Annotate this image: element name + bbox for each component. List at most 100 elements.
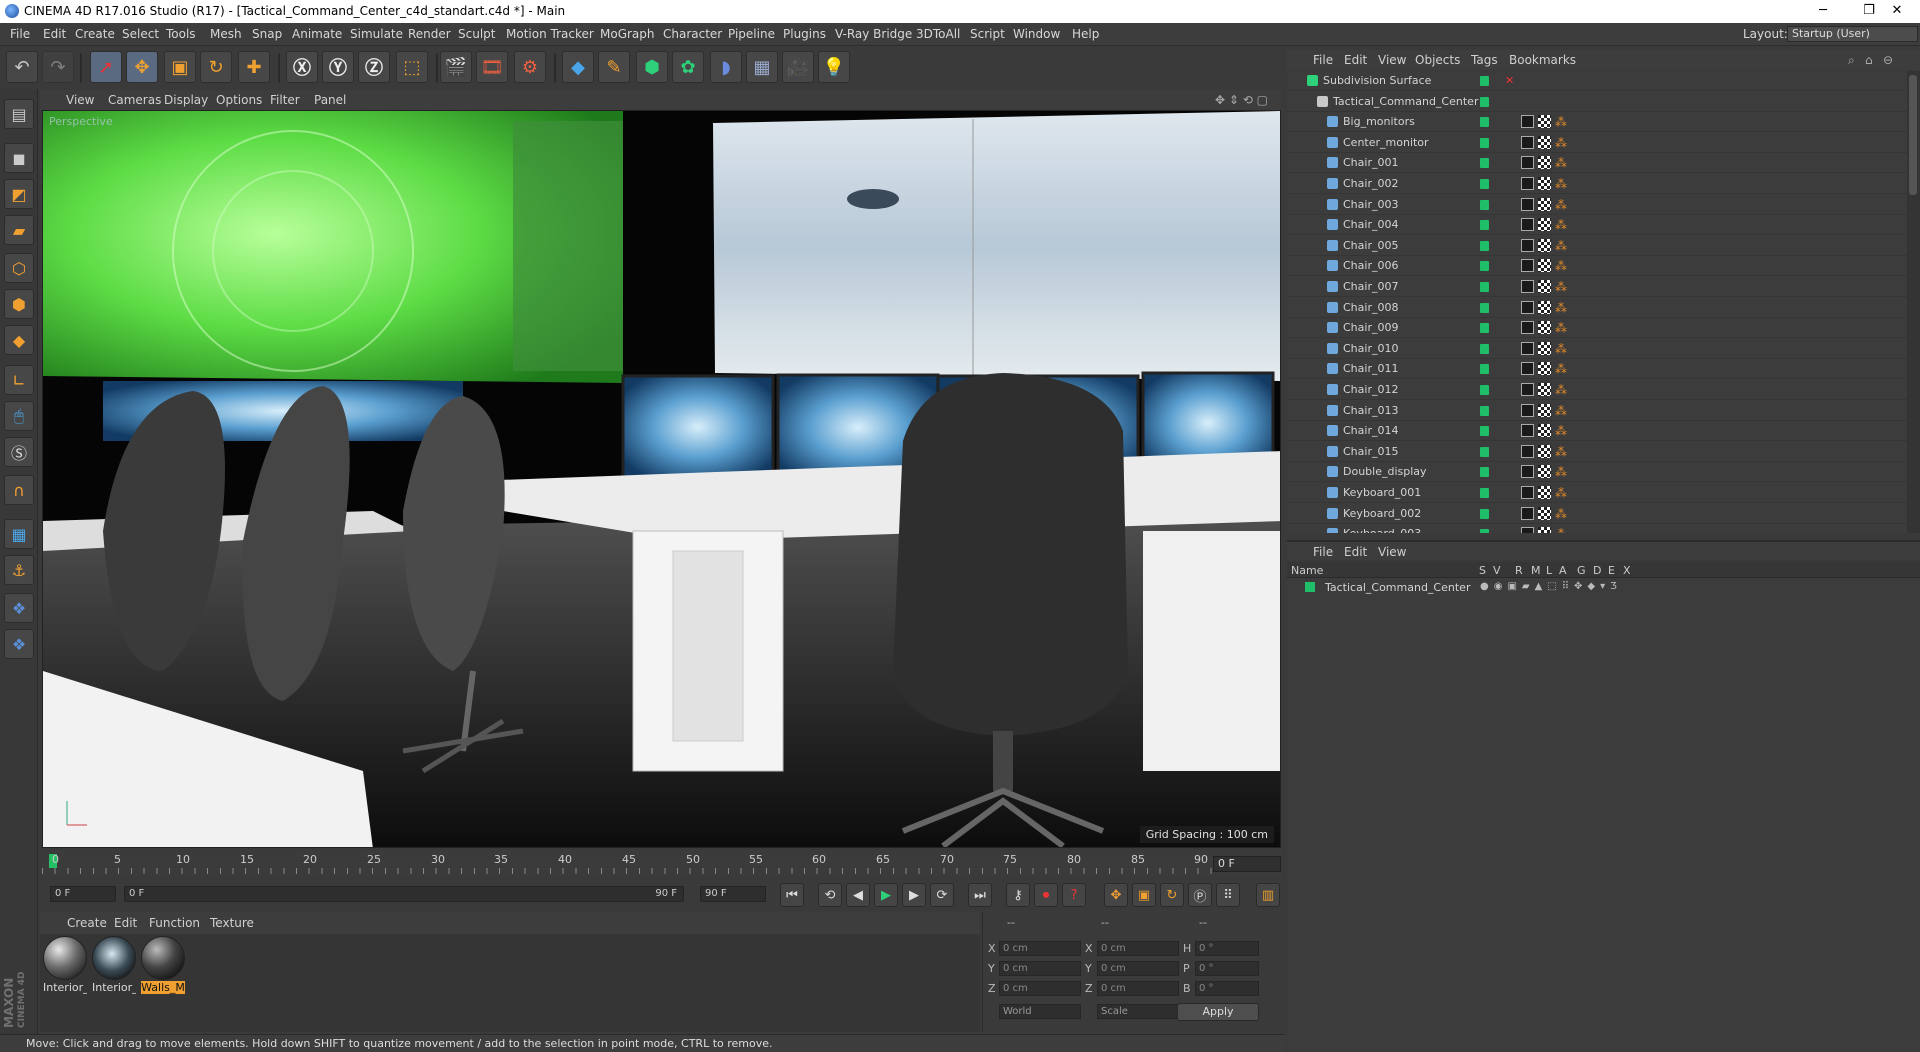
material-menu-edit[interactable]: Edit — [114, 916, 137, 930]
model-mode-icon[interactable]: ◼ — [4, 143, 34, 173]
texture-tag-icon[interactable] — [1521, 156, 1534, 170]
selection-tag-icon[interactable]: ⁂ — [1555, 362, 1568, 376]
timeline-ruler[interactable]: 0 5 10 15 20 25 30 35 40 45 50 55 60 65 … — [42, 850, 1281, 876]
prev-frame-icon[interactable]: ◀ — [846, 883, 870, 907]
python-script-2-icon[interactable]: ❖ — [4, 629, 34, 659]
menu-select[interactable]: Select — [122, 27, 159, 41]
visibility-dot[interactable] — [1480, 467, 1489, 478]
texture-tag-icon[interactable] — [1521, 135, 1534, 149]
texture-tag-icon[interactable] — [1521, 424, 1534, 438]
workplane-icon[interactable]: ▦ — [4, 519, 34, 549]
menu-window[interactable]: Window — [1013, 27, 1060, 41]
disable-generator-icon[interactable]: ✕ — [1505, 74, 1518, 87]
texture-tag-icon[interactable] — [1521, 506, 1534, 520]
texture-tag-icon[interactable] — [1521, 341, 1534, 355]
visibility-dot[interactable] — [1480, 446, 1489, 457]
start-frame-field[interactable]: 0 F — [50, 886, 116, 902]
object-row[interactable]: Chair_011 ⁂ — [1287, 359, 1907, 380]
object-row[interactable]: Chair_001 ⁂ — [1287, 153, 1907, 174]
viewport-menu-display[interactable]: Display — [164, 93, 208, 107]
material-tag-icon[interactable] — [1538, 238, 1551, 252]
lm-menu-edit[interactable]: Edit — [1344, 545, 1367, 559]
make-editable-icon[interactable]: ▤ — [4, 99, 34, 129]
lm-menu-file[interactable]: File — [1313, 545, 1333, 559]
visibility-dot[interactable] — [1480, 508, 1489, 519]
menu-mograph[interactable]: MoGraph — [600, 27, 655, 41]
selection-tag-icon[interactable]: ⁂ — [1555, 239, 1568, 253]
selection-tag-icon[interactable]: ⁂ — [1555, 115, 1568, 129]
material-tag-icon[interactable] — [1538, 506, 1551, 520]
om-nav-icon[interactable]: ⊖ — [1883, 53, 1893, 67]
viewport-nav-icons[interactable]: ✥ ⇕ ⟲ ▢ — [1215, 93, 1268, 107]
menu-create[interactable]: Create — [75, 27, 115, 41]
menu-vray-bridge[interactable]: V-Ray Bridge — [835, 27, 912, 41]
texture-tag-icon[interactable] — [1521, 486, 1534, 499]
visibility-dot[interactable] — [1480, 137, 1489, 148]
object-row[interactable]: Chair_005 ⁂ — [1287, 236, 1907, 256]
visibility-dot[interactable] — [1480, 240, 1489, 251]
menu-sculpt[interactable]: Sculpt — [458, 27, 495, 41]
goto-start-icon[interactable]: ⏮ — [780, 883, 804, 907]
close-button[interactable]: ✕ — [1874, 0, 1920, 23]
object-row[interactable]: Keyboard_003 ⁂ — [1287, 524, 1907, 533]
selection-tag-icon[interactable]: ⁂ — [1555, 445, 1568, 459]
object-row[interactable]: Chair_009 ⁂ — [1287, 318, 1907, 339]
scale-tool-icon[interactable]: ▣ — [164, 51, 196, 83]
key-pla-icon[interactable]: ⠿ — [1216, 883, 1240, 907]
key-rotation-icon[interactable]: ↻ — [1160, 883, 1184, 907]
deformer-icon[interactable]: ◗ — [710, 51, 742, 83]
selection-tag-icon[interactable]: ⁂ — [1555, 198, 1568, 212]
points-mode-icon[interactable]: ⬡ — [4, 253, 34, 283]
material-tag-icon[interactable] — [1538, 362, 1551, 376]
material-swatch[interactable]: Interior_ — [92, 936, 136, 996]
polygons-mode-icon[interactable]: ◆ — [4, 325, 34, 355]
menu-motion-tracker[interactable]: Motion Tracker — [506, 27, 594, 41]
om-menu-edit[interactable]: Edit — [1344, 53, 1367, 67]
texture-tag-icon[interactable] — [1521, 527, 1534, 533]
next-frame-icon[interactable]: ▶ — [902, 883, 926, 907]
autokey-icon[interactable]: ⏺ — [1034, 883, 1058, 907]
cloner-icon[interactable]: ✿ — [672, 51, 704, 83]
menu-script[interactable]: Script — [970, 27, 1005, 41]
visibility-dot[interactable] — [1480, 529, 1489, 533]
axis-mode-icon[interactable]: ∟ — [4, 365, 34, 395]
render-settings-icon[interactable]: ⚙ — [514, 51, 546, 83]
material-tag-icon[interactable] — [1538, 486, 1551, 499]
selection-tag-icon[interactable]: ⁂ — [1555, 507, 1568, 521]
object-row[interactable]: Chair_013 ⁂ — [1287, 401, 1907, 421]
texture-tag-icon[interactable] — [1521, 444, 1534, 458]
object-row[interactable]: Big_monitors ⁂ — [1287, 112, 1907, 133]
object-row[interactable]: Center_monitor ⁂ — [1287, 133, 1907, 153]
rot-h-field[interactable]: 0 ° — [1195, 941, 1259, 956]
visibility-dot[interactable] — [1480, 323, 1489, 334]
spline-pen-icon[interactable]: ✎ — [598, 51, 630, 83]
menu-animate[interactable]: Animate — [292, 27, 342, 41]
coordinate-system-icon[interactable]: ⬚ — [396, 51, 428, 83]
lm-menu-view[interactable]: View — [1378, 545, 1406, 559]
light-object-icon[interactable]: 💡 — [818, 51, 850, 83]
material-tag-icon[interactable] — [1538, 218, 1551, 232]
material-tag-icon[interactable] — [1538, 527, 1551, 533]
om-menu-tags[interactable]: Tags — [1471, 53, 1498, 67]
menu-mesh[interactable]: Mesh — [210, 27, 242, 41]
material-tag-icon[interactable] — [1538, 300, 1551, 314]
material-tag-icon[interactable] — [1538, 115, 1551, 129]
layer-row[interactable]: Tactical_Command_Center ●◉▣▰▲⬚⠿✥◆▾Ʒ — [1287, 580, 1920, 596]
viewport-menu-panel[interactable]: Panel — [314, 93, 346, 107]
end-frame-field[interactable]: 90 F — [700, 886, 766, 902]
material-menu-function[interactable]: Function — [149, 916, 200, 930]
object-row[interactable]: Keyboard_001 ⁂ — [1287, 483, 1907, 503]
scrollbar-thumb[interactable] — [1909, 75, 1917, 195]
visibility-dot[interactable] — [1480, 282, 1489, 292]
y-axis-lock-icon[interactable]: Ⓨ — [322, 51, 354, 83]
selection-tag-icon[interactable]: ⁂ — [1555, 486, 1568, 500]
viewport-menu-cameras[interactable]: Cameras — [108, 93, 161, 107]
om-menu-view[interactable]: View — [1378, 53, 1406, 67]
texture-tag-icon[interactable] — [1521, 259, 1534, 273]
object-row[interactable]: Chair_010 ⁂ — [1287, 339, 1907, 359]
selection-tag-icon[interactable]: ⁂ — [1555, 280, 1568, 294]
subdivision-surface-icon[interactable]: ⬢ — [636, 51, 668, 83]
key-param-icon[interactable]: Ⓟ — [1188, 883, 1212, 907]
redo-icon[interactable]: ↷ — [42, 51, 74, 83]
minimize-button[interactable]: ─ — [1800, 0, 1846, 23]
